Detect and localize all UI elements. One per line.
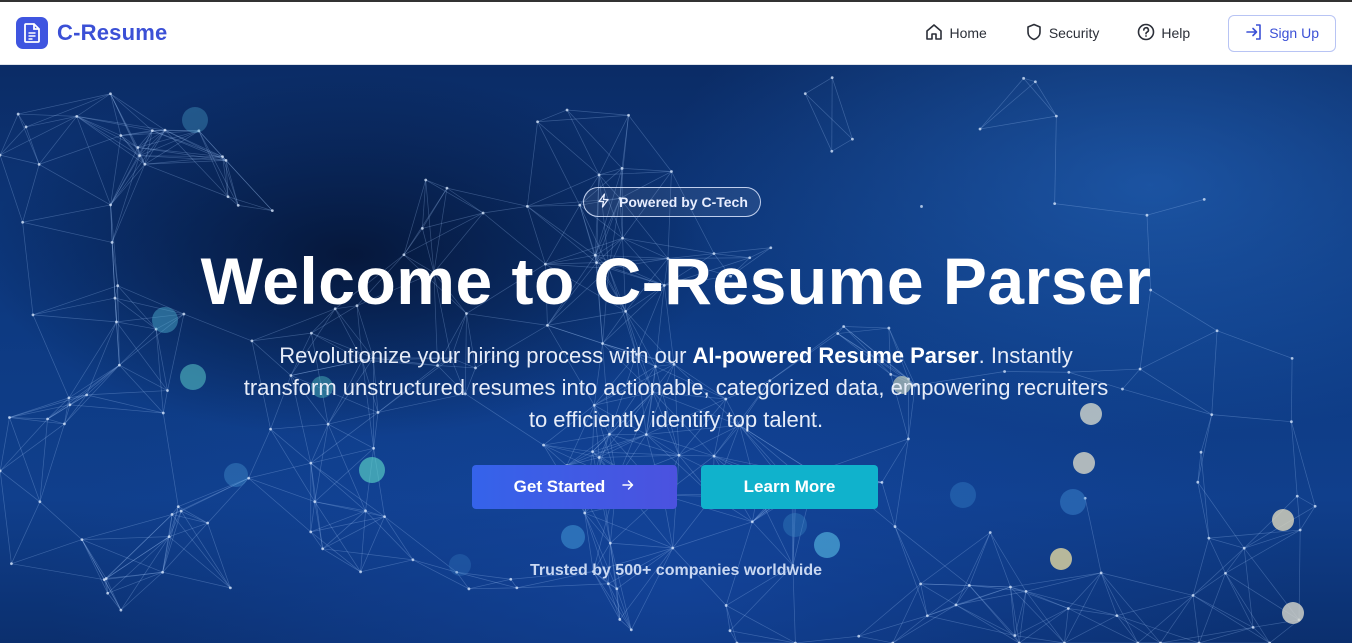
shield-icon: [1025, 23, 1043, 44]
hero-title: Welcome to C-Resume Parser: [200, 244, 1152, 318]
badge-label: Powered by C-Tech: [619, 194, 748, 210]
powered-by-badge: Powered by C-Tech: [583, 187, 761, 217]
document-icon: [16, 17, 48, 49]
main-nav: Home Security Help Sign Up: [925, 14, 1336, 52]
brand-name: C-Resume: [57, 20, 168, 45]
nav-security-label: Security: [1048, 25, 1100, 41]
trusted-text: Trusted by 500+ companies worldwide: [529, 562, 823, 579]
get-started-label: Get Started: [513, 477, 606, 496]
top-navbar: C-Resume Home Security Help Sign Up: [0, 0, 1352, 65]
lightning-icon: [596, 193, 611, 211]
subtitle-text-start: Revolutionize your hiring process with o…: [279, 343, 693, 368]
home-icon: [925, 23, 943, 44]
learn-more-label: Learn More: [743, 477, 836, 496]
get-started-button[interactable]: Get Started: [472, 465, 677, 509]
nav-help-label: Help: [1161, 25, 1191, 41]
nav-help[interactable]: Help: [1137, 23, 1190, 44]
brand[interactable]: C-Resume: [16, 17, 167, 49]
learn-more-button[interactable]: Learn More: [701, 465, 878, 509]
nav-home-label: Home: [949, 25, 987, 41]
nav-home[interactable]: Home: [925, 23, 987, 44]
signup-label: Sign Up: [1269, 25, 1319, 41]
sign-in-arrow-icon: [1245, 23, 1263, 44]
help-circle-icon: [1137, 23, 1155, 44]
hero-section: Powered by C-Tech Welcome to C-Resume Pa…: [0, 65, 1352, 643]
subtitle-highlight: AI-powered Resume Parser: [692, 343, 979, 368]
arrow-right-icon: [621, 477, 635, 497]
signup-button[interactable]: Sign Up: [1228, 14, 1336, 52]
nav-security[interactable]: Security: [1025, 23, 1100, 44]
hero-subtitle: Revolutionize your hiring process with o…: [236, 340, 1116, 436]
